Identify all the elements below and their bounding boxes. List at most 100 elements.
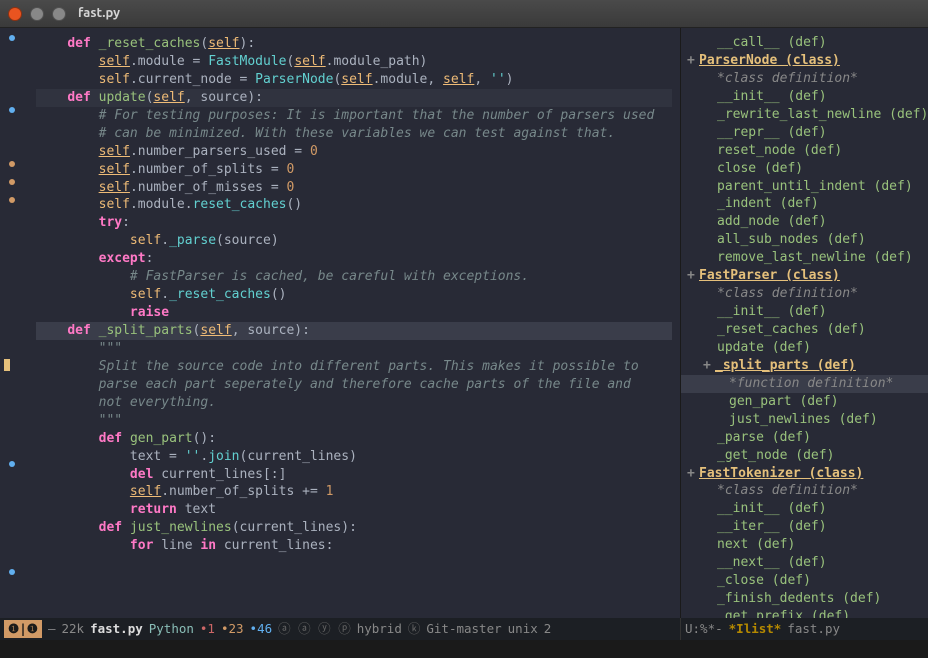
outline-item[interactable]: _get_prefix (def)	[681, 608, 928, 618]
code-line[interactable]: def gen_part():	[36, 430, 672, 448]
gutter-mark	[9, 125, 15, 131]
code-line[interactable]: Split the source code into different par…	[36, 358, 672, 376]
code-line[interactable]: self.module = FastModule(self.module_pat…	[36, 53, 672, 71]
code-line[interactable]: def _split_parts(self, source):	[36, 322, 672, 340]
gutter-mark	[9, 515, 15, 521]
code-line[interactable]: """	[36, 412, 672, 430]
outline-item[interactable]: __call__ (def)	[681, 34, 928, 52]
flycheck-info: •46	[250, 620, 273, 637]
gutter-mark	[9, 233, 15, 239]
outline-item[interactable]: all_sub_nodes (def)	[681, 231, 928, 249]
gutter-mark	[9, 215, 15, 221]
buffer-name: fast.py	[90, 620, 143, 637]
code-line[interactable]: self._reset_caches()	[36, 286, 672, 304]
code-line[interactable]: return text	[36, 501, 672, 519]
outline-pane[interactable]: __call__ (def)+ParserNode (class)*class …	[680, 28, 928, 618]
code-line[interactable]: text = ''.join(current_lines)	[36, 448, 672, 466]
code-line[interactable]: self.number_of_misses = 0	[36, 179, 672, 197]
code-line[interactable]: # can be minimized. With these variables…	[36, 125, 672, 143]
close-icon[interactable]	[8, 7, 22, 21]
outline-item[interactable]: just_newlines (def)	[681, 411, 928, 429]
outline-item[interactable]: *class definition*	[681, 70, 928, 88]
modeline-left: ❶|❶ – 22k fast.py Python •1 •23 •46 ⓐ ⓐ …	[0, 618, 680, 640]
outline-item[interactable]: __init__ (def)	[681, 88, 928, 106]
editor-pane[interactable]: def _reset_caches(self): self.module = F…	[0, 28, 680, 618]
gutter-mark	[9, 479, 15, 485]
gutter-mark	[4, 359, 10, 371]
code-line[interactable]: self.number_of_splits = 0	[36, 161, 672, 179]
code-line[interactable]: self.current_node = ParserNode(self.modu…	[36, 71, 672, 89]
outline-item[interactable]: *class definition*	[681, 285, 928, 303]
outline-item[interactable]: reset_node (def)	[681, 142, 928, 160]
outline-item[interactable]: __repr__ (def)	[681, 124, 928, 142]
code-line[interactable]: self.number_parsers_used = 0	[36, 143, 672, 161]
outline-item[interactable]: _indent (def)	[681, 195, 928, 213]
gutter-mark	[9, 305, 15, 311]
code-line[interactable]: del current_lines[:]	[36, 466, 672, 484]
gutter-mark	[9, 341, 15, 347]
buffer-name: *Ilist*	[729, 620, 782, 637]
outline-item[interactable]: add_node (def)	[681, 213, 928, 231]
outline-item[interactable]: close (def)	[681, 160, 928, 178]
maximize-icon[interactable]	[52, 7, 66, 21]
outline-item[interactable]: +FastTokenizer (class)	[681, 465, 928, 483]
gutter-mark	[9, 53, 15, 59]
gutter-mark	[9, 143, 15, 149]
flycheck-warning: •23	[221, 620, 244, 637]
code-area[interactable]: def _reset_caches(self): self.module = F…	[24, 28, 680, 618]
code-line[interactable]: self.module.reset_caches()	[36, 196, 672, 214]
gutter-mark	[9, 587, 15, 593]
titlebar[interactable]: fast.py	[0, 0, 928, 28]
code-line[interactable]: not everything.	[36, 394, 672, 412]
modeline-right: U:%*- *Ilist* fast.py	[680, 618, 928, 640]
code-line[interactable]: try:	[36, 214, 672, 232]
code-line[interactable]: raise	[36, 304, 672, 322]
outline-item[interactable]: __iter__ (def)	[681, 518, 928, 536]
outline-item[interactable]: *class definition*	[681, 482, 928, 500]
outline-item[interactable]: _get_node (def)	[681, 447, 928, 465]
outline-item[interactable]: __next__ (def)	[681, 554, 928, 572]
outline-item[interactable]: _close (def)	[681, 572, 928, 590]
code-line[interactable]: for line in current_lines:	[36, 537, 672, 555]
gutter-mark	[9, 533, 15, 539]
outline-item[interactable]: gen_part (def)	[681, 393, 928, 411]
gutter-mark	[9, 461, 15, 467]
gutter-mark	[9, 71, 15, 77]
outline-item[interactable]: _finish_dedents (def)	[681, 590, 928, 608]
code-line[interactable]: def just_newlines(current_lines):	[36, 519, 672, 537]
code-line[interactable]: except:	[36, 250, 672, 268]
gutter-mark	[9, 179, 15, 185]
code-line[interactable]: """	[36, 340, 672, 358]
outline-item[interactable]: +ParserNode (class)	[681, 52, 928, 70]
outline-item[interactable]: __init__ (def)	[681, 500, 928, 518]
minibuffer[interactable]	[0, 640, 928, 658]
outline-item[interactable]: next (def)	[681, 536, 928, 554]
gutter-mark	[9, 443, 15, 449]
minimize-icon[interactable]	[30, 7, 44, 21]
outline-item[interactable]: update (def)	[681, 339, 928, 357]
outline-item[interactable]: +_split_parts (def)	[681, 357, 928, 375]
minor-modes: ⓐ ⓐ ⓨ ⓟ	[278, 620, 351, 637]
outline-item[interactable]: _reset_caches (def)	[681, 321, 928, 339]
major-mode: Python	[149, 620, 194, 637]
position: 2	[544, 620, 552, 637]
outline-item[interactable]: _rewrite_last_newline (def)	[681, 106, 928, 124]
code-line[interactable]: parse each part seperately and therefore…	[36, 376, 672, 394]
code-line[interactable]: self.number_of_splits += 1	[36, 483, 672, 501]
code-line[interactable]: # For testing purposes: It is important …	[36, 107, 672, 125]
gutter-mark	[9, 197, 15, 203]
gutter-mark	[9, 107, 15, 113]
outline-item[interactable]: parent_until_indent (def)	[681, 178, 928, 196]
gutter-mark	[9, 389, 15, 395]
outline-item[interactable]: remove_last_newline (def)	[681, 249, 928, 267]
code-line[interactable]: # FastParser is cached, be careful with …	[36, 268, 672, 286]
code-line[interactable]: def update(self, source):	[36, 89, 672, 107]
outline-item[interactable]: _parse (def)	[681, 429, 928, 447]
code-line[interactable]: def _reset_caches(self):	[36, 35, 672, 53]
outline-item[interactable]: +FastParser (class)	[681, 267, 928, 285]
code-line[interactable]: self._parse(source)	[36, 232, 672, 250]
gutter-mark	[9, 287, 15, 293]
outline-item[interactable]: __init__ (def)	[681, 303, 928, 321]
outline-item[interactable]: *function definition*	[681, 375, 928, 393]
gutter-mark	[9, 161, 15, 167]
